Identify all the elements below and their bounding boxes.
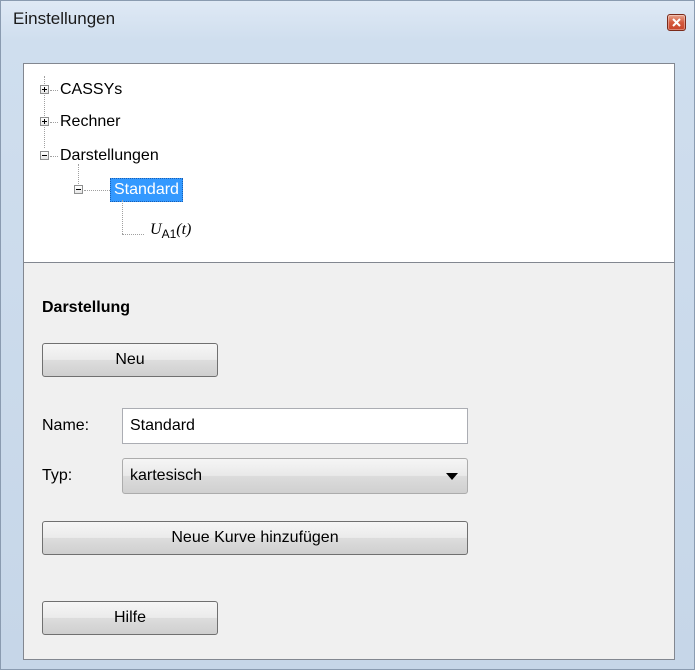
expand-plus-icon[interactable]	[40, 117, 49, 126]
curve-argument: (t)	[176, 221, 192, 238]
help-button[interactable]: Hilfe	[42, 601, 218, 635]
tree-item-label: CASSYs	[60, 81, 123, 98]
add-curve-button[interactable]: Neue Kurve hinzufügen	[42, 521, 468, 555]
type-label: Typ:	[42, 467, 73, 484]
close-button[interactable]	[667, 14, 686, 31]
tree-item-label: Darstellungen	[60, 147, 159, 164]
tree-item-darstellungen[interactable]: Darstellungen	[24, 144, 324, 168]
collapse-minus-icon[interactable]	[74, 185, 83, 194]
tree-connector	[50, 156, 58, 157]
type-select-value: kartesisch	[130, 467, 203, 484]
tree-item-cassys[interactable]: CASSYs	[24, 78, 324, 102]
curve-subscript: A1	[161, 227, 177, 242]
window-title: Einstellungen	[13, 9, 116, 28]
tree-connector	[50, 90, 58, 91]
section-title: Darstellung	[42, 299, 131, 316]
tree-connector	[50, 122, 58, 123]
dropdown-arrow-icon	[446, 473, 458, 480]
settings-window: Einstellungen CASSYs Rechner Darstellung…	[0, 0, 695, 670]
tree-item-ua1[interactable]: UA1(t)	[24, 220, 324, 244]
type-select[interactable]: kartesisch	[122, 458, 468, 494]
name-label: Name:	[42, 417, 90, 434]
curve-symbol: U	[150, 221, 162, 238]
collapse-minus-icon[interactable]	[40, 151, 49, 160]
close-icon	[672, 18, 681, 27]
tree-item-standard[interactable]: Standard	[24, 178, 324, 202]
tree-item-rechner[interactable]: Rechner	[24, 110, 324, 134]
settings-panel: Darstellung Neu Name: Standard Typ: kart…	[23, 263, 675, 660]
tree-connector	[84, 190, 110, 191]
new-button[interactable]: Neu	[42, 343, 218, 377]
settings-tree[interactable]: CASSYs Rechner Darstellungen Standard UA…	[23, 63, 675, 263]
expand-plus-icon[interactable]	[40, 85, 49, 94]
title-bar[interactable]: Einstellungen	[1, 1, 694, 37]
tree-item-label: Rechner	[60, 113, 121, 130]
tree-connector	[122, 234, 144, 235]
tree-item-label-selected: Standard	[110, 178, 183, 202]
name-field[interactable]: Standard	[122, 408, 468, 444]
tree-item-label: UA1(t)	[150, 218, 191, 246]
